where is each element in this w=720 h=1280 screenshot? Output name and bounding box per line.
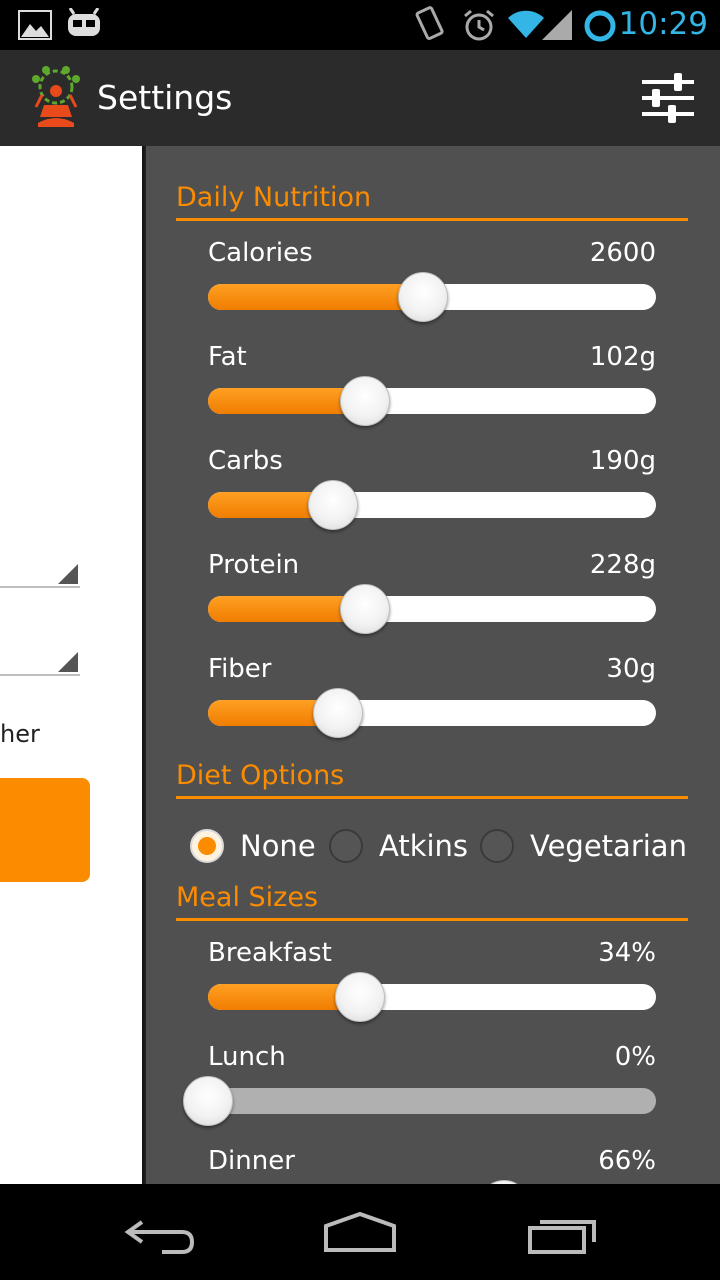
slider-label: Breakfast	[208, 938, 332, 968]
slider-label: Lunch	[208, 1042, 286, 1072]
slider-thumb[interactable]	[398, 272, 448, 322]
page-title: Settings	[97, 78, 233, 117]
section-meal-sizes: Meal Sizes	[176, 882, 688, 921]
cyanogen-icon	[68, 8, 100, 36]
slider-carbs[interactable]: Carbs 190g	[208, 446, 656, 536]
slider-thumb[interactable]	[335, 972, 385, 1022]
settings-drawer: Daily Nutrition Calories 2600 Fat 102g Carbs…	[146, 146, 720, 1184]
slider-track[interactable]	[208, 480, 656, 530]
dropdown-indicator-icon	[58, 652, 78, 672]
slider-thumb[interactable]	[340, 376, 390, 426]
back-icon[interactable]	[122, 1208, 198, 1258]
slider-thumb[interactable]	[340, 584, 390, 634]
section-title: Daily Nutrition	[176, 182, 372, 213]
vibrate-icon	[415, 6, 444, 41]
signal-icon	[542, 10, 572, 40]
radio-atkins[interactable]: Atkins	[329, 826, 468, 866]
background-content: her	[0, 146, 146, 1184]
action-bar: Settings	[0, 50, 720, 146]
slider-thumb[interactable]	[308, 480, 358, 530]
radio-label: Vegetarian	[530, 829, 687, 863]
tune-icon[interactable]	[640, 70, 696, 126]
radio-indicator[interactable]	[329, 829, 363, 863]
slider-label: Dinner	[208, 1146, 295, 1176]
section-daily-nutrition: Daily Nutrition	[176, 182, 688, 221]
slider-label: Fat	[208, 342, 247, 372]
image-icon	[18, 10, 52, 40]
slider-value: 102g	[589, 342, 656, 372]
section-title: Diet Options	[176, 760, 345, 791]
section-divider	[176, 918, 688, 921]
section-diet-options: Diet Options	[176, 760, 688, 799]
slider-track[interactable]	[208, 688, 656, 738]
slider-fat[interactable]: Fat 102g	[208, 342, 656, 432]
home-icon[interactable]	[322, 1208, 398, 1258]
slider-value: 2600	[589, 238, 656, 268]
battery-ring-icon	[584, 10, 616, 42]
spinner-1[interactable]	[0, 560, 80, 588]
slider-track[interactable]	[208, 584, 656, 634]
slider-value: 0%	[614, 1042, 656, 1072]
slider-thumb[interactable]	[313, 688, 363, 738]
radio-indicator[interactable]	[480, 829, 514, 863]
slider-fiber[interactable]: Fiber 30g	[208, 654, 656, 744]
slider-value: 228g	[589, 550, 656, 580]
slider-calories[interactable]: Calories 2600	[208, 238, 656, 328]
slider-label: Protein	[208, 550, 300, 580]
section-divider	[176, 796, 688, 799]
radio-indicator[interactable]	[190, 829, 224, 863]
app-logo-icon[interactable]	[28, 65, 84, 129]
slider-breakfast[interactable]: Breakfast 34%	[208, 938, 656, 1028]
slider-label: Fiber	[208, 654, 272, 684]
recents-icon[interactable]	[524, 1208, 600, 1258]
radio-label: None	[240, 829, 316, 863]
status-bar: 10:29	[0, 0, 720, 50]
radio-vegetarian[interactable]: Vegetarian	[480, 826, 687, 866]
partial-label: her	[0, 720, 40, 748]
slider-label: Carbs	[208, 446, 283, 476]
slider-value: 30g	[606, 654, 656, 684]
slider-thumb[interactable]	[183, 1076, 233, 1126]
slider-track[interactable]	[208, 376, 656, 426]
slider-lunch[interactable]: Lunch 0%	[183, 1042, 656, 1132]
section-title: Meal Sizes	[176, 882, 319, 913]
slider-track[interactable]	[183, 1076, 656, 1126]
slider-value: 34%	[598, 938, 656, 968]
section-divider	[176, 218, 688, 221]
clock: 10:29	[618, 6, 708, 42]
slider-dinner[interactable]: Dinner 66%	[208, 1146, 656, 1184]
slider-protein[interactable]: Protein 228g	[208, 550, 656, 640]
slider-track[interactable]	[208, 272, 656, 322]
navigation-bar	[0, 1184, 720, 1280]
alarm-icon	[464, 9, 494, 41]
radio-label: Atkins	[379, 829, 469, 863]
orange-button[interactable]	[0, 778, 90, 882]
slider-value: 190g	[589, 446, 656, 476]
slider-value: 66%	[598, 1146, 656, 1176]
radio-none[interactable]: None	[190, 826, 316, 866]
spinner-2[interactable]	[0, 648, 80, 676]
slider-fill	[208, 284, 423, 310]
dropdown-indicator-icon	[58, 564, 78, 584]
slider-label: Calories	[208, 238, 313, 268]
slider-track[interactable]	[208, 972, 656, 1022]
